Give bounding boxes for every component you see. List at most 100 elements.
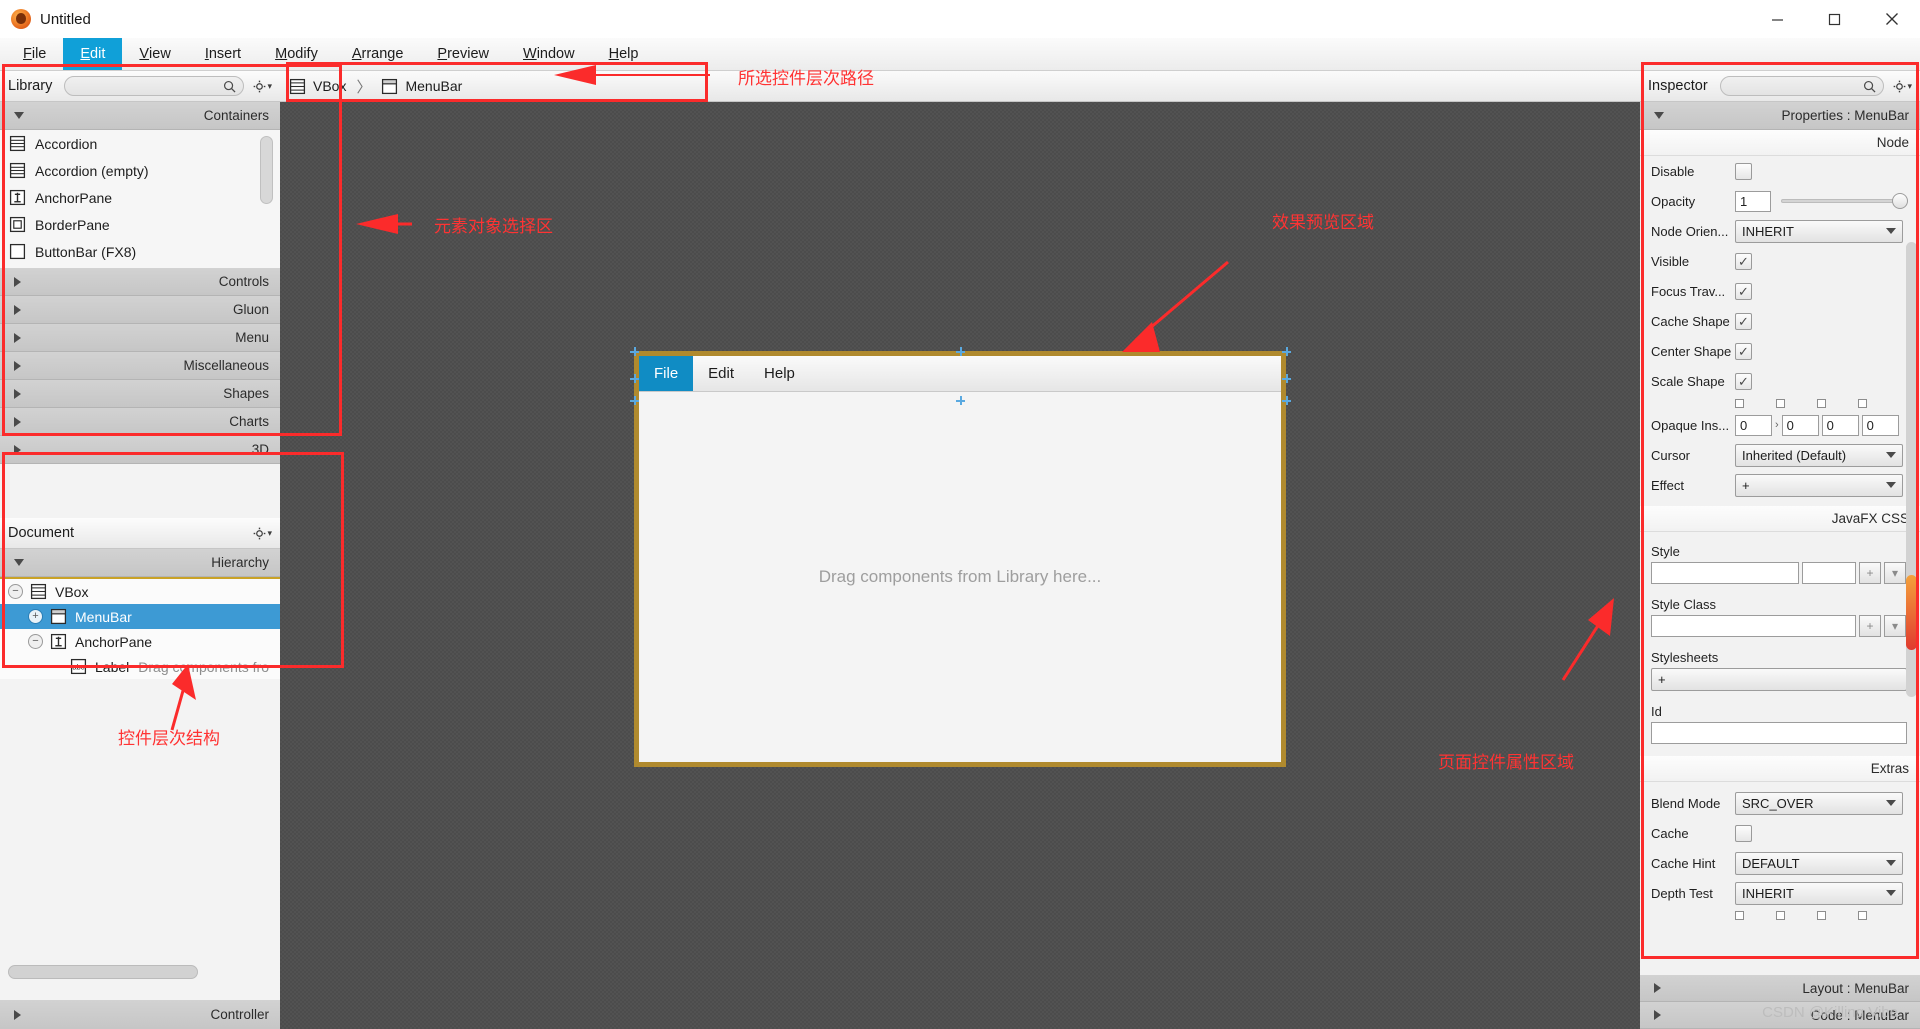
style-class-add-button[interactable]: + — [1859, 615, 1881, 637]
stylesheets-add-button[interactable]: + — [1651, 668, 1907, 691]
menu-item-modify[interactable]: Modify — [258, 38, 335, 70]
menu-item-edit[interactable]: Edit — [63, 38, 123, 70]
inspector-search-input[interactable] — [1719, 76, 1885, 96]
opaque-inset-bottom[interactable]: 0 — [1821, 414, 1859, 436]
property-combo[interactable]: INHERIT — [1735, 219, 1903, 243]
library-section-controls[interactable]: Controls — [0, 268, 280, 296]
opaque-inset-toggle[interactable] — [1858, 398, 1867, 408]
close-icon[interactable] — [1863, 0, 1920, 38]
style-class-input[interactable] — [1651, 615, 1856, 637]
hierarchy-section-header[interactable]: Hierarchy — [0, 549, 280, 577]
hierarchy-tree[interactable]: − VBox + MenuBar − AnchorPane abc Label Drag com… — [0, 577, 280, 679]
minimize-icon[interactable] — [1749, 0, 1806, 38]
menu-item-insert[interactable]: Insert — [188, 38, 258, 70]
resize-handle-ml[interactable] — [630, 374, 639, 383]
controller-section-header[interactable]: Controller — [0, 1000, 280, 1029]
resize-handle-tm[interactable] — [956, 347, 965, 356]
library-item[interactable]: ButtonBar (FX8) — [0, 238, 280, 265]
menu-item-preview[interactable]: Preview — [420, 38, 506, 70]
library-section-shapes[interactable]: Shapes — [0, 380, 280, 408]
library-scrollbar[interactable] — [260, 136, 273, 204]
inspector-gear-icon[interactable]: ▾ — [1893, 80, 1912, 93]
opaque-inset-left[interactable]: 0 — [1861, 414, 1899, 436]
style-value-input[interactable] — [1802, 562, 1856, 584]
property-checkbox[interactable] — [1735, 252, 1752, 270]
tree-expander[interactable]: + — [28, 609, 43, 624]
resize-handle-bm[interactable] — [956, 396, 965, 405]
property-combo[interactable]: DEFAULT — [1735, 851, 1903, 875]
breadcrumb-item-menubar[interactable]: MenuBar — [381, 78, 462, 95]
preview-menu-bar[interactable]: File Edit Help — [639, 356, 1281, 392]
property-checkbox[interactable] — [1735, 372, 1752, 390]
opaque-inset-toggle[interactable] — [1817, 398, 1826, 408]
opaque-inset-right[interactable]: 0 — [1781, 414, 1819, 436]
hierarchy-horizontal-scrollbar[interactable] — [8, 965, 198, 979]
style-add-button[interactable]: + — [1859, 562, 1881, 584]
tree-expander[interactable]: − — [28, 634, 43, 649]
menu-item-arrange[interactable]: Arrange — [335, 38, 421, 70]
library-section-gluon[interactable]: Gluon — [0, 296, 280, 324]
menu-item-window[interactable]: Window — [506, 38, 592, 70]
cursor-combo[interactable]: Inherited (Default) — [1735, 443, 1903, 467]
maximize-icon[interactable] — [1806, 0, 1863, 38]
library-item[interactable]: BorderPane — [0, 211, 280, 238]
extras-toggle[interactable] — [1858, 910, 1867, 920]
style-class-dropdown-button[interactable]: ▾ — [1884, 615, 1906, 637]
properties-section-header[interactable]: Properties : MenuBar — [1640, 102, 1920, 130]
extras-toggle[interactable] — [1817, 910, 1826, 920]
breadcrumb-item-vbox[interactable]: VBox — [289, 78, 346, 95]
menu-item-view[interactable]: View — [122, 38, 187, 70]
resize-handle-tl[interactable] — [630, 347, 639, 356]
property-checkbox[interactable] — [1735, 312, 1752, 330]
resize-handle-bl[interactable] — [630, 396, 639, 405]
tree-expander[interactable]: − — [8, 584, 23, 599]
resize-handle-br[interactable] — [1282, 396, 1291, 405]
library-search-input[interactable] — [64, 76, 245, 96]
library-item[interactable]: Accordion (empty) — [0, 157, 280, 184]
library-item-list[interactable]: Accordion Accordion (empty) AnchorPane Bord… — [0, 130, 280, 268]
property-checkbox[interactable] — [1735, 162, 1752, 180]
document-gear-icon[interactable]: ▾ — [253, 527, 272, 540]
stage-preview[interactable]: File Edit Help Drag components from Librar… — [634, 351, 1286, 767]
property-combo[interactable]: INHERIT — [1735, 881, 1903, 905]
preview-menu-edit[interactable]: Edit — [693, 356, 749, 391]
breadcrumb[interactable]: VBox 〉 MenuBar — [280, 71, 1640, 102]
style-input[interactable] — [1651, 562, 1799, 584]
menu-item-help[interactable]: Help — [592, 38, 656, 70]
extras-toggle[interactable] — [1776, 910, 1785, 920]
tree-item-vbox[interactable]: − VBox — [0, 579, 280, 604]
library-item[interactable]: AnchorPane — [0, 184, 280, 211]
extras-toggle[interactable] — [1735, 910, 1744, 920]
tree-item-label[interactable]: abc Label Drag components fro — [0, 654, 280, 679]
layout-section-header[interactable]: Layout : MenuBar — [1640, 975, 1920, 1002]
opaque-inset-toggle[interactable] — [1735, 398, 1744, 408]
library-gear-icon[interactable]: ▾ — [253, 80, 272, 93]
slider-knob[interactable] — [1892, 193, 1908, 209]
resize-handle-mr[interactable] — [1282, 374, 1291, 383]
preview-menu-file[interactable]: File — [639, 356, 694, 391]
library-section-containers[interactable]: Containers — [0, 102, 280, 130]
inspector-scrollbar-thumb[interactable] — [1906, 575, 1917, 650]
library-section-3d[interactable]: 3D — [0, 436, 280, 464]
opacity-input[interactable]: 1 — [1735, 190, 1771, 212]
preview-anchorpane[interactable]: Drag components from Library here... — [639, 392, 1281, 798]
preview-menu-help[interactable]: Help — [749, 356, 810, 391]
resize-handle-tr[interactable] — [1282, 347, 1291, 356]
menu-item-file[interactable]: File — [6, 38, 63, 70]
property-combo[interactable]: SRC_OVER — [1735, 791, 1903, 815]
library-item[interactable]: Accordion — [0, 130, 280, 157]
library-section-miscellaneous[interactable]: Miscellaneous — [0, 352, 280, 380]
style-dropdown-button[interactable]: ▾ — [1884, 562, 1906, 584]
opacity-slider[interactable] — [1781, 192, 1908, 210]
tree-item-anchorpane[interactable]: − AnchorPane — [0, 629, 280, 654]
opaque-inset-top[interactable]: 0 — [1735, 414, 1772, 436]
property-checkbox[interactable] — [1735, 824, 1752, 842]
property-checkbox[interactable] — [1735, 282, 1752, 300]
tree-item-menubar[interactable]: + MenuBar — [0, 604, 280, 629]
opaque-inset-toggle[interactable] — [1776, 398, 1785, 408]
library-section-menu[interactable]: Menu — [0, 324, 280, 352]
library-section-charts[interactable]: Charts — [0, 408, 280, 436]
property-checkbox[interactable] — [1735, 342, 1752, 360]
id-input[interactable] — [1651, 722, 1907, 744]
effect-combo[interactable]: + — [1735, 473, 1903, 497]
